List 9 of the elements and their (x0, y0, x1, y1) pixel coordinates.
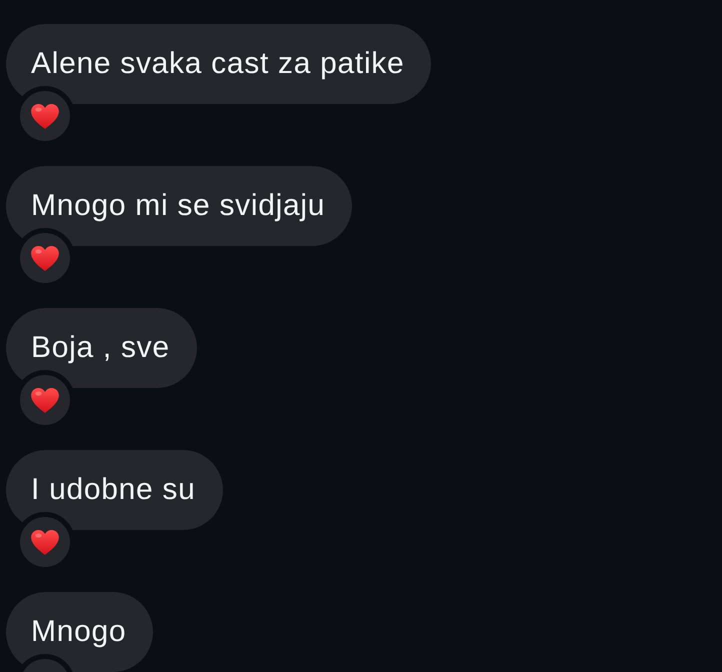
heart-icon (31, 246, 59, 270)
message-bubble: Mnogo mi se svidjaju (6, 166, 352, 246)
message-bubble: Mnogo (6, 592, 154, 672)
message-bubble: Alene svaka cast za patike (6, 24, 432, 104)
heart-icon (31, 104, 59, 128)
heart-icon (31, 388, 59, 412)
message-bubble: I udobne su (6, 450, 222, 530)
heart-icon (31, 530, 59, 554)
message-bubble: Boja , sve (6, 308, 197, 388)
